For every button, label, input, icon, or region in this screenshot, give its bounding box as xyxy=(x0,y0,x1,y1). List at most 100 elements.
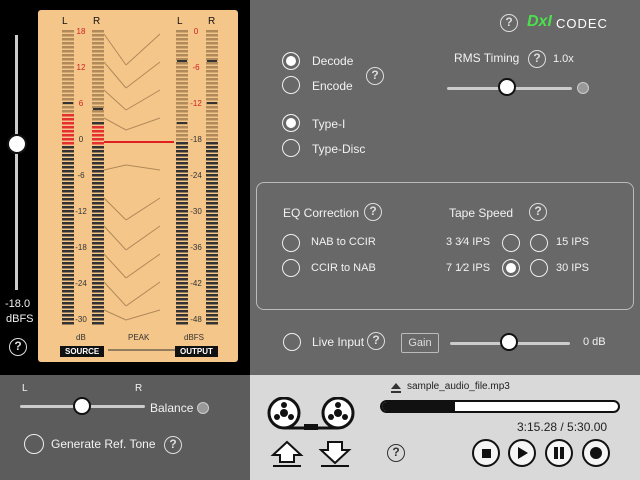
meter-segment xyxy=(176,154,188,157)
meter-segment xyxy=(176,126,188,129)
meter-segment xyxy=(62,74,74,77)
meter-segment xyxy=(92,114,104,117)
rms-reset-icon[interactable] xyxy=(577,82,589,94)
ref-tone-radio[interactable] xyxy=(24,434,44,454)
help-icon[interactable]: ? xyxy=(164,436,182,454)
help-icon[interactable]: ? xyxy=(367,332,385,350)
input-level-knob[interactable] xyxy=(7,134,27,154)
help-icon[interactable]: ? xyxy=(529,203,547,221)
help-icon[interactable]: ? xyxy=(366,67,384,85)
source-unit: dB xyxy=(76,333,86,342)
record-button[interactable] xyxy=(582,439,610,467)
meter-segment xyxy=(92,154,104,157)
meter-segment xyxy=(206,158,218,161)
meter-segment xyxy=(176,74,188,77)
meter-segment xyxy=(92,74,104,77)
ccir-to-nab-radio[interactable] xyxy=(282,259,300,277)
balance-reset-icon[interactable] xyxy=(197,402,209,414)
type-disc-radio[interactable] xyxy=(282,139,300,157)
meter-segment xyxy=(176,166,188,169)
nab-to-ccir-radio[interactable] xyxy=(282,234,300,252)
meter-segment xyxy=(206,194,218,197)
meter-segment xyxy=(62,278,74,281)
meter-segment xyxy=(92,222,104,225)
meter-segment xyxy=(176,214,188,217)
meter-segment xyxy=(62,294,74,297)
decode-radio[interactable] xyxy=(282,52,300,70)
meter-segment xyxy=(176,274,188,277)
play-button[interactable] xyxy=(508,439,536,467)
progress-bar[interactable] xyxy=(380,400,620,413)
meter-segment xyxy=(62,214,74,217)
upload-icon[interactable] xyxy=(270,440,304,473)
meter-segment xyxy=(62,290,74,293)
output-scale-tick: -48 xyxy=(190,315,202,324)
meter-segment xyxy=(92,302,104,305)
meter-segment xyxy=(92,202,104,205)
meter-segment xyxy=(92,322,104,325)
gain-knob[interactable] xyxy=(500,333,518,351)
peak-hold-marker xyxy=(207,102,217,104)
live-input-radio[interactable] xyxy=(283,333,301,351)
help-icon[interactable]: ? xyxy=(500,14,518,32)
meter-segment xyxy=(92,118,104,121)
meter-segment xyxy=(62,82,74,85)
gain-button[interactable]: Gain xyxy=(401,333,439,353)
meter-segment xyxy=(92,238,104,241)
help-icon[interactable]: ? xyxy=(528,50,546,68)
help-icon[interactable]: ? xyxy=(364,203,382,221)
output-scale-tick: 0 xyxy=(193,27,199,36)
meter-panel xyxy=(38,10,238,362)
meter-segment xyxy=(206,74,218,77)
meter-segment xyxy=(176,226,188,229)
meter-segment xyxy=(62,238,74,241)
source-scale-tick: 0 xyxy=(78,135,84,144)
help-icon[interactable]: ? xyxy=(9,338,27,356)
pause-button[interactable] xyxy=(545,439,573,467)
input-level-track[interactable] xyxy=(15,35,18,290)
meter-segment xyxy=(62,86,74,89)
meter-segment xyxy=(92,306,104,309)
meter-segment xyxy=(92,242,104,245)
meter-segment xyxy=(176,282,188,285)
tape-speed-label: Tape Speed xyxy=(449,206,514,220)
meter-segment xyxy=(176,250,188,253)
meter-segment xyxy=(62,170,74,173)
encode-radio[interactable] xyxy=(282,76,300,94)
meter-segment xyxy=(92,30,104,33)
speed-30-label: 30 IPS xyxy=(556,262,590,274)
meter-segment xyxy=(206,214,218,217)
ref-tone-label: Generate Ref. Tone xyxy=(51,437,156,451)
meter-segment xyxy=(62,310,74,313)
meter-segment xyxy=(62,122,74,125)
meter-segment xyxy=(62,182,74,185)
type1-radio[interactable] xyxy=(282,114,300,132)
meter-segment xyxy=(62,230,74,233)
meter-segment xyxy=(176,198,188,201)
meter-segment xyxy=(62,146,74,149)
meter-segment xyxy=(62,302,74,305)
speed-7-1-2-radio[interactable] xyxy=(502,259,520,277)
speed-30-radio[interactable] xyxy=(530,259,548,277)
balance-knob[interactable] xyxy=(73,397,91,415)
meter-segment xyxy=(92,158,104,161)
meter-segment xyxy=(176,90,188,93)
meter-segment xyxy=(92,142,104,145)
output-unit: dBFS xyxy=(184,333,205,342)
speed-15-radio[interactable] xyxy=(530,234,548,252)
meter-segment xyxy=(176,54,188,57)
download-icon[interactable] xyxy=(318,440,352,473)
speed-3-3-4-radio[interactable] xyxy=(502,234,520,252)
meter-segment xyxy=(206,154,218,157)
meter-segment xyxy=(206,226,218,229)
meter-segment xyxy=(92,78,104,81)
stop-button[interactable] xyxy=(472,439,500,467)
help-icon[interactable]: ? xyxy=(387,444,405,462)
rms-timing-knob[interactable] xyxy=(498,78,516,96)
meter-segment xyxy=(206,210,218,213)
meter-segment xyxy=(62,134,74,137)
peak-hold-marker xyxy=(177,122,187,124)
eject-icon[interactable] xyxy=(390,381,402,399)
meter-segment xyxy=(206,266,218,269)
meter-segment xyxy=(62,318,74,321)
